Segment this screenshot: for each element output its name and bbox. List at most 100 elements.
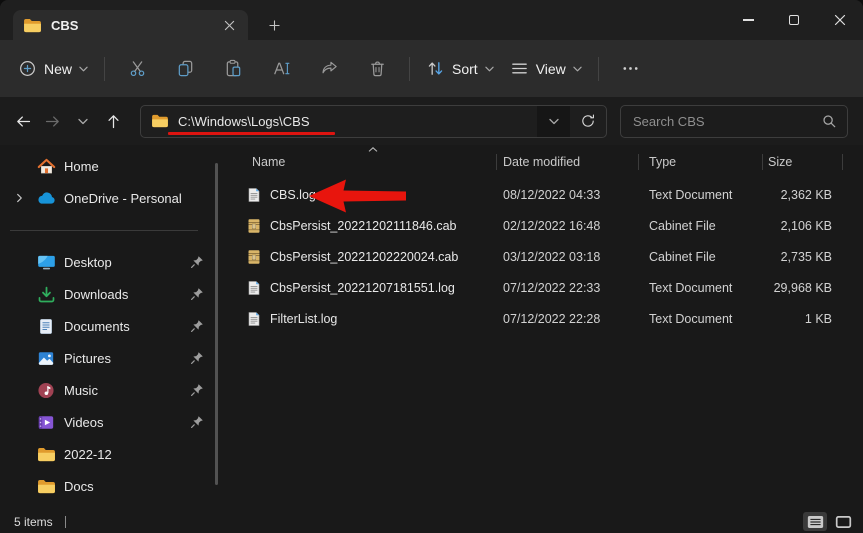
recent-locations-button[interactable]	[68, 106, 98, 136]
view-lines-icon	[510, 59, 529, 78]
toolbar-divider	[597, 56, 599, 81]
pin-icon	[190, 287, 204, 301]
table-row-cab-1[interactable]: CbsPersist_20221202111846.cab 02/12/2022…	[230, 210, 863, 241]
documents-icon	[36, 316, 56, 336]
file-rows: CBS.log 08/12/2022 04:33 Text Document 2…	[230, 179, 863, 334]
file-type: Cabinet File	[649, 249, 716, 264]
column-header-date-modified[interactable]: Date modified	[496, 155, 638, 169]
sidebar-item-label: Videos	[64, 414, 104, 430]
share-button[interactable]	[310, 52, 348, 86]
details-view-button[interactable]	[803, 512, 827, 531]
copy-button[interactable]	[166, 52, 204, 86]
sidebar-item-onedrive[interactable]: OneDrive - Personal	[8, 183, 214, 213]
large-icons-view-button[interactable]	[831, 512, 855, 531]
file-date: 07/12/2022 22:33	[503, 280, 601, 295]
sidebar-item-home[interactable]: Home	[8, 151, 214, 181]
column-divider[interactable]	[496, 154, 497, 170]
column-header-name[interactable]: Name	[230, 155, 496, 169]
sidebar-item-pictures[interactable]: Pictures	[8, 343, 214, 373]
sidebar-scrollbar[interactable]	[215, 163, 218, 485]
toolbar-divider	[409, 56, 411, 81]
back-button[interactable]	[8, 106, 38, 136]
new-tab-button[interactable]	[262, 13, 286, 37]
column-divider[interactable]	[638, 154, 639, 170]
chevron-down-icon	[79, 66, 88, 72]
annotation-red-underline	[168, 131, 335, 135]
sidebar-item-docs[interactable]: Docs	[8, 471, 214, 501]
minimize-button[interactable]	[725, 0, 771, 40]
column-headers: Name Date modified Type Size	[230, 148, 863, 175]
column-divider[interactable]	[762, 154, 763, 170]
sidebar-item-videos[interactable]: Videos	[8, 407, 214, 437]
paste-button[interactable]	[214, 52, 252, 86]
address-row: C:\Windows\Logs\CBS	[0, 97, 863, 145]
column-header-type[interactable]: Type	[638, 155, 762, 169]
refresh-button[interactable]	[570, 106, 606, 137]
details-view-icon	[807, 515, 824, 529]
sidebar-item-label: Documents	[64, 318, 130, 334]
table-row-cbspersist-log[interactable]: CbsPersist_20221207181551.log 07/12/2022…	[230, 272, 863, 303]
copy-icon	[176, 59, 195, 78]
rename-button[interactable]	[262, 52, 300, 86]
chevron-down-icon	[485, 66, 494, 72]
new-button-label: New	[44, 60, 73, 77]
cabinet-file-icon	[246, 249, 262, 265]
sidebar-item-music[interactable]: Music	[8, 375, 214, 405]
new-button[interactable]: New	[10, 53, 96, 84]
delete-button[interactable]	[358, 52, 396, 86]
chevron-right-icon[interactable]	[8, 195, 30, 201]
sidebar-divider	[10, 230, 198, 231]
sidebar-item-2022-12[interactable]: 2022-12	[8, 439, 214, 469]
sidebar-item-documents[interactable]: Documents	[8, 311, 214, 341]
search-box[interactable]	[620, 104, 848, 138]
arrow-right-icon	[45, 113, 62, 130]
forward-button[interactable]	[38, 106, 68, 136]
sidebar-item-downloads[interactable]: Downloads	[8, 279, 214, 309]
file-size: 2,106 KB	[780, 218, 832, 233]
column-header-size[interactable]: Size	[762, 155, 842, 169]
onedrive-cloud-icon	[36, 188, 56, 208]
large-icons-view-icon	[835, 515, 852, 529]
search-input[interactable]	[633, 113, 821, 129]
desktop-icon	[36, 252, 56, 272]
address-bar[interactable]: C:\Windows\Logs\CBS	[140, 104, 607, 138]
column-divider[interactable]	[842, 154, 843, 170]
ellipsis-icon	[621, 59, 640, 78]
navigation-pane: Home OneDrive - Personal Desktop Downloa…	[0, 145, 230, 510]
main-area: Home OneDrive - Personal Desktop Downloa…	[0, 145, 863, 510]
sidebar-item-label: Downloads	[64, 286, 129, 302]
text-document-icon	[246, 187, 262, 203]
cut-button[interactable]	[118, 52, 156, 86]
folder-icon	[36, 444, 56, 464]
table-row-filterlist-log[interactable]: FilterList.log 07/12/2022 22:28 Text Doc…	[230, 303, 863, 334]
folder-icon	[23, 18, 42, 33]
up-button[interactable]	[98, 106, 128, 136]
toolbar-divider	[104, 56, 106, 81]
view-button[interactable]: View	[502, 53, 590, 84]
pin-icon	[190, 383, 204, 397]
share-icon	[320, 59, 339, 78]
file-name: CBS.log	[270, 187, 316, 202]
see-more-button[interactable]	[612, 52, 650, 86]
file-list: Name Date modified Type Size CBS.log 08/…	[230, 145, 863, 510]
file-type: Text Document	[649, 311, 733, 326]
sort-button[interactable]: Sort	[418, 53, 502, 84]
sidebar-item-desktop[interactable]: Desktop	[8, 247, 214, 277]
tab-cbs[interactable]: CBS	[13, 10, 248, 40]
folder-icon	[36, 476, 56, 496]
table-row-cbs-log[interactable]: CBS.log 08/12/2022 04:33 Text Document 2…	[230, 179, 863, 210]
pin-icon	[190, 319, 204, 333]
sort-ascending-caret-icon	[368, 147, 378, 152]
tab-bar: CBS	[0, 0, 863, 40]
pin-icon	[190, 255, 204, 269]
address-path[interactable]: C:\Windows\Logs\CBS	[178, 114, 537, 129]
file-date: 03/12/2022 03:18	[503, 249, 601, 264]
sort-button-label: Sort	[452, 60, 478, 77]
sidebar-item-label: Pictures	[64, 350, 111, 366]
close-button[interactable]	[817, 0, 863, 40]
table-row-cab-2[interactable]: CbsPersist_20221202220024.cab 03/12/2022…	[230, 241, 863, 272]
maximize-button[interactable]	[771, 0, 817, 40]
chevron-down-icon	[78, 118, 88, 125]
address-dropdown-button[interactable]	[537, 105, 570, 137]
tab-close-icon[interactable]	[218, 14, 240, 36]
